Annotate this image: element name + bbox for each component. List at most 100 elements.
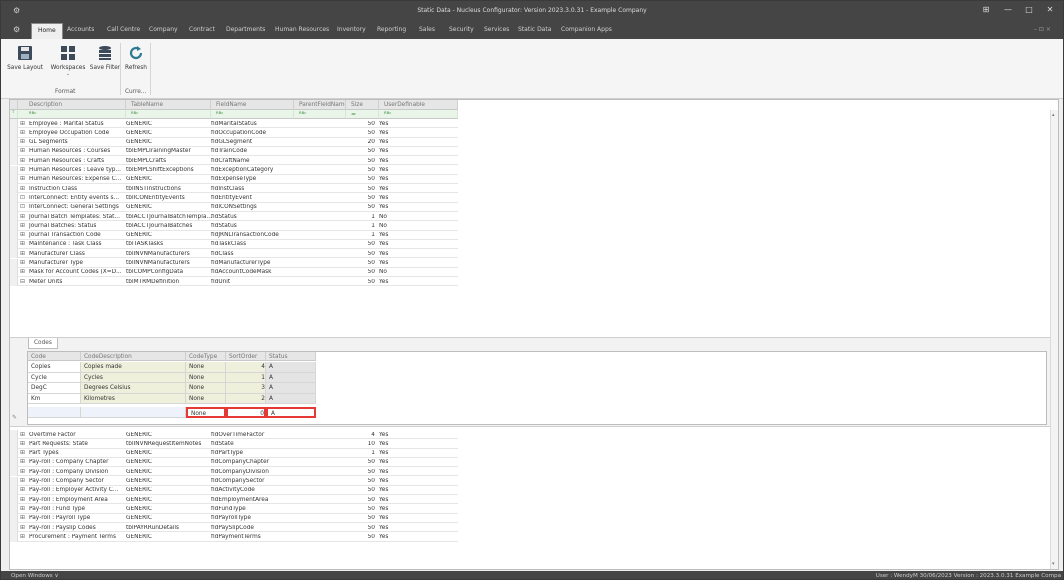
cell-status[interactable]: A (266, 372, 316, 383)
expand-toggle-icon[interactable]: ⊞ (20, 260, 28, 266)
cell-sort-order[interactable]: 1 (226, 372, 266, 383)
table-row[interactable]: ⊞ Employee : Marital Status GENERIC fldMari… (10, 119, 458, 129)
workspaces-dropdown-icon[interactable]: ⌄ (49, 71, 87, 77)
filter-cell-size[interactable]: = (346, 110, 379, 119)
tab-contract[interactable]: Contract (189, 26, 215, 33)
row-indicator[interactable] (10, 277, 18, 287)
cell-code[interactable] (28, 407, 81, 418)
tab-sales[interactable]: Sales (419, 26, 435, 33)
row-indicator[interactable] (10, 221, 18, 231)
expand-toggle-icon[interactable]: ⊞ (20, 176, 28, 182)
table-row[interactable]: ⊞ Pay-roll : Payslip Codes tblPAYRRunDetai… (10, 523, 458, 533)
cell-code-description[interactable]: Copies made (81, 362, 186, 373)
codes-header-code[interactable]: Code (28, 352, 81, 361)
row-indicator[interactable] (10, 119, 18, 129)
expand-toggle-icon[interactable]: ⊞ (20, 251, 28, 257)
expand-toggle-icon[interactable]: ⊞ (20, 469, 28, 475)
table-row[interactable]: ⊞ Employee Occupation Code GENERIC fldOccup… (10, 128, 458, 138)
row-indicator[interactable] (10, 193, 18, 203)
tab-inventory[interactable]: Inventory (337, 26, 366, 33)
cell-code[interactable]: DegC (28, 383, 81, 394)
expand-toggle-icon[interactable]: ⊡ (20, 204, 28, 210)
workspaces-button[interactable]: Workspaces ⌄ (49, 45, 87, 77)
expand-toggle-icon[interactable]: ⊞ (20, 459, 28, 465)
save-layout-button[interactable]: Save Layout (3, 45, 47, 71)
row-indicator[interactable] (10, 439, 18, 449)
codes-header-codedescription[interactable]: CodeDescription (81, 352, 186, 361)
cell-code-type[interactable]: None (186, 362, 226, 373)
cell-status[interactable]: A (266, 362, 316, 373)
maximize-button[interactable]: □ (1022, 5, 1036, 14)
table-row[interactable]: ⊞ Human Resources : Crafts tblEMPLCrafts fl… (10, 156, 458, 166)
column-header-size[interactable]: Size (346, 100, 379, 110)
close-button[interactable]: ✕ (1043, 5, 1057, 14)
table-row[interactable]: ⊞ Manufacturer Class tblINVNManufacturers f… (10, 249, 458, 259)
cell-sort-order[interactable]: 4 (226, 362, 266, 373)
table-row[interactable]: ⊞ Pay-roll : Employer Activity C... GENERI… (10, 485, 458, 496)
scroll-down-icon[interactable]: ▾ (1052, 561, 1055, 567)
expand-toggle-icon[interactable]: ⊞ (20, 214, 28, 220)
row-indicator[interactable] (10, 239, 18, 250)
layout-icon[interactable]: ⊞ (979, 5, 993, 14)
cell-code-type[interactable]: None (186, 407, 226, 418)
cell-code-type[interactable]: None (186, 393, 226, 404)
save-filter-button[interactable]: Save Filter (88, 45, 122, 71)
expand-toggle-icon[interactable]: ⊞ (20, 232, 28, 238)
cell-sort-order[interactable]: 3 (226, 383, 266, 394)
tab-static-data[interactable]: Static Data (518, 26, 551, 33)
column-header-parentfieldname[interactable]: ParentFieldName (294, 100, 346, 110)
row-indicator[interactable] (10, 430, 18, 440)
expand-toggle-icon[interactable]: ⊞ (20, 139, 28, 145)
codes-header-status[interactable]: Status (266, 352, 316, 361)
filter-cell-tablename[interactable]: ᴿᴮᶜ (126, 110, 211, 119)
expand-toggle-icon[interactable]: ⊞ (20, 432, 28, 438)
row-indicator[interactable] (10, 448, 18, 458)
table-row[interactable]: ⊞ Journal Transaction Code GENERIC fldJRNLT… (10, 230, 458, 240)
row-indicator[interactable] (10, 156, 18, 166)
filter-cell-description[interactable]: ᴿᴮᶜ (18, 110, 126, 119)
code-row[interactable]: Copies Copies made None 4 A (28, 362, 316, 373)
row-indicator[interactable] (10, 146, 18, 157)
expand-toggle-icon[interactable]: ⊞ (20, 148, 28, 154)
row-indicator[interactable] (10, 249, 18, 259)
expand-toggle-icon[interactable]: ⊞ (20, 167, 28, 173)
tab-companion-apps[interactable]: Companion Apps (561, 26, 612, 33)
tab-home[interactable]: Home (31, 23, 63, 39)
expand-toggle-icon[interactable]: ⊞ (20, 515, 28, 521)
cell-code-type[interactable]: None (186, 372, 226, 383)
cell-code[interactable]: Km (28, 393, 81, 404)
table-row[interactable]: ⊞ Overtime Factor GENERIC fldOverTimeFactor… (10, 430, 458, 440)
code-row[interactable]: Cycle Cycles None 1 A (28, 372, 316, 383)
row-indicator[interactable] (10, 212, 18, 222)
table-row[interactable]: ⊡ InterConnect: General Settings GENERIC fl… (10, 202, 458, 212)
row-indicator[interactable] (10, 476, 18, 486)
app-menu-icon[interactable]: ⚙ (13, 25, 20, 34)
refresh-button[interactable]: Refresh (123, 45, 149, 71)
table-row[interactable]: ⊞ Human Resources : Leave typ... tblEMPLSh… (10, 165, 458, 175)
expand-toggle-icon[interactable]: ⊞ (20, 525, 28, 531)
tab-human-resources[interactable]: Human Resources (275, 26, 329, 33)
scroll-up-icon[interactable]: ▴ (1052, 112, 1055, 118)
tab-security[interactable]: Security (449, 26, 474, 33)
mdi-window-controls[interactable]: – ⊡ × (1034, 26, 1051, 33)
tab-departments[interactable]: Departments (226, 26, 265, 33)
row-indicator[interactable] (10, 202, 18, 212)
cell-code-description[interactable] (81, 407, 186, 418)
table-row[interactable]: ⊞ Pay-roll : Fund Type GENERIC fldFundType 5… (10, 504, 458, 514)
open-windows-button[interactable]: Open Windows ∨ (11, 573, 59, 579)
row-indicator[interactable] (10, 258, 18, 268)
row-indicator[interactable] (10, 174, 18, 185)
tab-accounts[interactable]: Accounts (67, 26, 94, 33)
expand-toggle-icon[interactable]: ⊞ (20, 497, 28, 503)
table-row[interactable]: ⊞ Journal Batch Templates: Stat... tblACCT… (10, 212, 458, 222)
table-row[interactable]: ⊞ GL Segments GENERIC fldGLSegment 20 Yes (10, 137, 458, 147)
row-indicator[interactable] (10, 467, 18, 477)
table-row[interactable]: ⊞ Instruction Class tblINSTInstructions fld… (10, 184, 458, 194)
tab-reporting[interactable]: Reporting (377, 26, 406, 33)
table-row[interactable]: ⊞ Manufacturer Type tblINVNManufacturers fl… (10, 258, 458, 268)
table-row[interactable]: ⊞ Maintenance : Task Class tblTASKTasks fld… (10, 239, 458, 250)
expand-toggle-icon[interactable]: ⊞ (20, 158, 28, 164)
table-row[interactable]: ⊡ InterConnect: Entity events s... tblICON… (10, 193, 458, 203)
row-indicator[interactable] (10, 137, 18, 147)
table-row[interactable]: ⊞ Pay-roll : Company Division GENERIC fldCo… (10, 467, 458, 477)
